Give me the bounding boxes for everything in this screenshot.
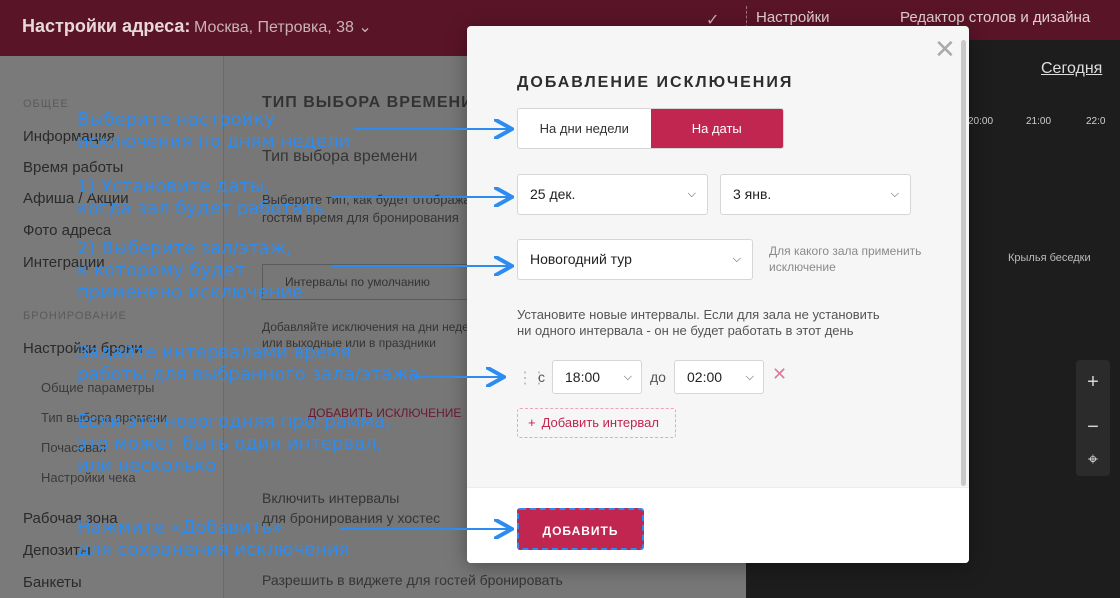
- annotation-line: 2) Выберите зал/этаж,: [77, 238, 292, 259]
- annotation-line: для сохранения исключения: [77, 539, 350, 560]
- annotation-line: это может быть один интервал,: [77, 433, 383, 454]
- annotation-line: работы для выбранного зала/этажа: [77, 364, 420, 385]
- annotation: 2) Выберите зал/этаж, к которому будет п…: [77, 238, 303, 304]
- annotation-line: применено исключение: [77, 282, 304, 303]
- annotation: Нажмите «Добавить» для сохранения исключ…: [77, 517, 350, 561]
- annotation-line: когда зал будет работать: [77, 198, 325, 219]
- annotation-line: Если это новогодняя программа,: [77, 411, 391, 432]
- annotation-line: или несколько: [77, 455, 217, 476]
- annotation-line: исключения по дням недели: [77, 131, 351, 152]
- annotation: Выберите настройку исключения по дням не…: [77, 109, 350, 153]
- annotation-line: Задайте интервалами время: [77, 342, 352, 363]
- annotation-line: 1) Установите даты,: [77, 176, 270, 197]
- annotation-line: Выберите настройку: [77, 109, 275, 130]
- annotation: Если это новогодняя программа, это может…: [77, 411, 391, 477]
- annotation-line: к которому будет: [77, 260, 246, 281]
- annotation: Задайте интервалами время работы для выб…: [77, 342, 419, 386]
- annotation: 1) Установите даты, когда зал будет рабо…: [77, 176, 324, 220]
- annotation-line: Нажмите «Добавить»: [77, 517, 283, 538]
